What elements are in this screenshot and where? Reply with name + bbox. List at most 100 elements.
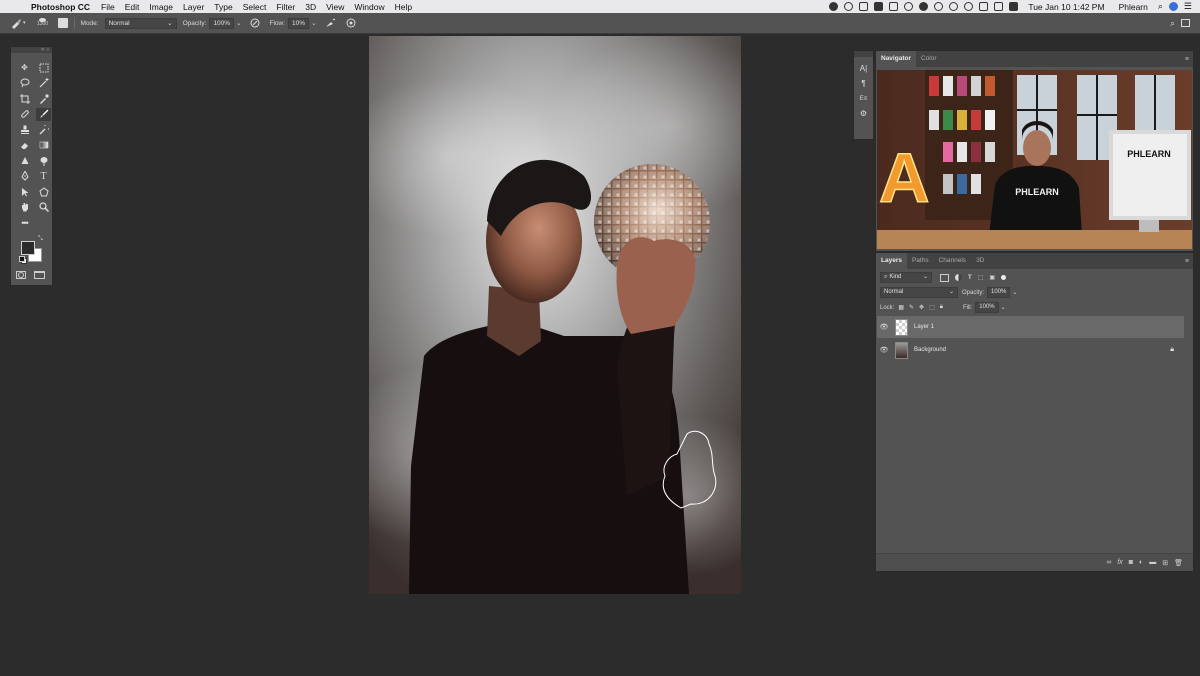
mode-select[interactable]: Normal ⌄ — [104, 17, 177, 29]
opacity-chevron-icon[interactable]: ⌄ — [1012, 289, 1017, 296]
quick-mask-icon[interactable] — [16, 271, 26, 279]
magic-wand-tool-icon[interactable] — [36, 77, 51, 90]
menu-filter[interactable]: Filter — [271, 2, 300, 12]
gradient-tool-icon[interactable] — [36, 139, 51, 152]
shape-tool-icon[interactable] — [36, 185, 51, 198]
layer-row-layer-1[interactable]: 👁︎ Layer 1 — [877, 316, 1184, 338]
menu-3d[interactable]: 3D — [300, 2, 321, 12]
marquee-tool-icon[interactable] — [36, 61, 51, 74]
sync-icon[interactable] — [844, 2, 854, 11]
more-tools-icon[interactable]: ••• — [17, 216, 32, 229]
lock-artboard-icon[interactable]: ⬚ — [929, 304, 935, 311]
airbrush-icon[interactable] — [325, 18, 336, 28]
menu-layer[interactable]: Layer — [178, 2, 209, 12]
layer-name[interactable]: Background — [914, 347, 946, 353]
lock-image-icon[interactable]: ✎ — [909, 304, 914, 311]
visibility-eye-icon[interactable]: 👁︎ — [877, 323, 891, 331]
creative-cloud-icon[interactable] — [904, 2, 914, 11]
default-colors-icon[interactable] — [19, 256, 27, 264]
time-machine-icon[interactable] — [934, 2, 944, 11]
eyedropper-tool-icon[interactable] — [36, 92, 51, 105]
filter-toggle-icon[interactable] — [1001, 275, 1007, 280]
visibility-eye-icon[interactable]: 👁︎ — [877, 346, 891, 354]
battery-icon[interactable] — [1009, 2, 1019, 11]
kind-filter-select[interactable]: ⌕ Kind ⌄ — [880, 272, 932, 283]
history-brush-tool-icon[interactable] — [36, 123, 51, 136]
new-group-icon[interactable]: ▬ — [1149, 559, 1156, 566]
tab-layers[interactable]: Layers — [876, 253, 907, 269]
bluetooth-icon[interactable] — [949, 2, 959, 11]
layer-name[interactable]: Layer 1 — [914, 324, 934, 330]
flow-field[interactable]: 10% — [288, 17, 310, 29]
menu-edit[interactable]: Edit — [120, 2, 145, 12]
clock[interactable]: Tue Jan 10 1:42 PM — [1024, 2, 1108, 12]
clone-stamp-tool-icon[interactable] — [17, 123, 32, 136]
notification-center-icon[interactable]: ☰ — [1184, 1, 1192, 12]
brush-tool-preset-icon[interactable]: ▾ — [10, 17, 26, 29]
move-tool-icon[interactable]: ✥ — [17, 61, 32, 74]
panel-menu-icon[interactable]: ≡ — [1185, 56, 1193, 63]
opacity-chevron-icon[interactable]: ⌄ — [236, 19, 241, 27]
tab-navigator[interactable]: Navigator — [876, 51, 916, 67]
healing-brush-tool-icon[interactable] — [17, 108, 32, 121]
chat-icon[interactable] — [919, 2, 929, 11]
menu-image[interactable]: Image — [144, 2, 178, 12]
character-style-icon[interactable]: E≡ — [854, 91, 873, 106]
filter-adjustment-icon[interactable] — [955, 274, 962, 281]
foreground-color-swatch[interactable] — [21, 241, 35, 255]
lock-transparent-icon[interactable]: ▦ — [898, 304, 904, 311]
menu-select[interactable]: Select — [238, 2, 272, 12]
filter-type-icon[interactable]: T — [968, 275, 972, 281]
tab-paths[interactable]: Paths — [907, 253, 934, 269]
layer-row-background[interactable]: 👁︎ Background 🔒︎ — [877, 339, 1184, 361]
panel-menu-icon[interactable]: ≡ — [1185, 258, 1193, 265]
search-icon[interactable]: ⌕ — [1170, 18, 1175, 29]
document-canvas[interactable] — [369, 36, 741, 594]
type-icon[interactable]: A| — [854, 61, 873, 76]
filter-smart-object-icon[interactable]: ▣ — [989, 274, 995, 281]
workspace-icon[interactable] — [1181, 19, 1190, 27]
notification-icon[interactable] — [889, 2, 899, 11]
pressure-size-icon[interactable] — [346, 18, 356, 28]
filter-shape-icon[interactable]: ⬚ — [978, 274, 984, 281]
new-adjustment-layer-icon[interactable]: ◐ — [1139, 559, 1143, 566]
properties-icon[interactable]: ⚙ — [854, 106, 873, 121]
menu-help[interactable]: Help — [390, 2, 417, 12]
lasso-tool-icon[interactable] — [17, 77, 32, 90]
type-tool-icon[interactable]: T — [36, 170, 51, 183]
fill-chevron-icon[interactable]: ⌄ — [1001, 304, 1006, 311]
new-layer-icon[interactable]: ⊞ — [1162, 559, 1168, 567]
brush-tool-icon[interactable] — [36, 107, 51, 121]
lock-position-icon[interactable]: ✥ — [919, 304, 924, 311]
tab-channels[interactable]: Channels — [934, 253, 971, 269]
pressure-opacity-icon[interactable] — [250, 18, 260, 28]
crop-tool-icon[interactable] — [17, 92, 32, 105]
blur-tool-icon[interactable] — [17, 154, 32, 167]
link-layers-icon[interactable]: ∞ — [1106, 559, 1111, 566]
pen-tool-icon[interactable] — [17, 170, 32, 183]
hand-tool-icon[interactable] — [17, 201, 32, 214]
menu-file[interactable]: File — [96, 2, 120, 12]
eraser-tool-icon[interactable] — [17, 139, 32, 152]
record-icon[interactable] — [829, 2, 839, 11]
volume-icon[interactable] — [994, 2, 1004, 11]
siri-icon[interactable] — [1168, 2, 1178, 11]
user-name[interactable]: Phlearn — [1115, 2, 1152, 12]
airplay-icon[interactable] — [979, 2, 989, 11]
filter-pixel-icon[interactable] — [940, 273, 949, 282]
wifi-icon[interactable] — [964, 2, 974, 11]
tab-3d[interactable]: 3D — [971, 253, 989, 269]
add-mask-icon[interactable]: ◙ — [1129, 559, 1133, 566]
tab-color[interactable]: Color — [916, 51, 942, 67]
flow-chevron-icon[interactable]: ⌄ — [311, 19, 316, 27]
layer-lock-icon[interactable]: 🔒︎ — [1170, 346, 1174, 354]
dock-header[interactable] — [854, 51, 873, 57]
navigator-preview[interactable]: A PHLEARN PHLEARN — [877, 70, 1192, 249]
brush-size-picker[interactable]: 1300 — [36, 18, 50, 28]
brush-settings-toggle-icon[interactable] — [57, 18, 68, 28]
fill-field[interactable]: 100% — [975, 302, 999, 313]
menu-window[interactable]: Window — [349, 2, 389, 12]
lock-all-icon[interactable]: 🔒︎ — [940, 304, 943, 311]
layer-opacity-field[interactable]: 100% — [987, 287, 1011, 298]
zoom-tool-icon[interactable] — [36, 201, 51, 214]
